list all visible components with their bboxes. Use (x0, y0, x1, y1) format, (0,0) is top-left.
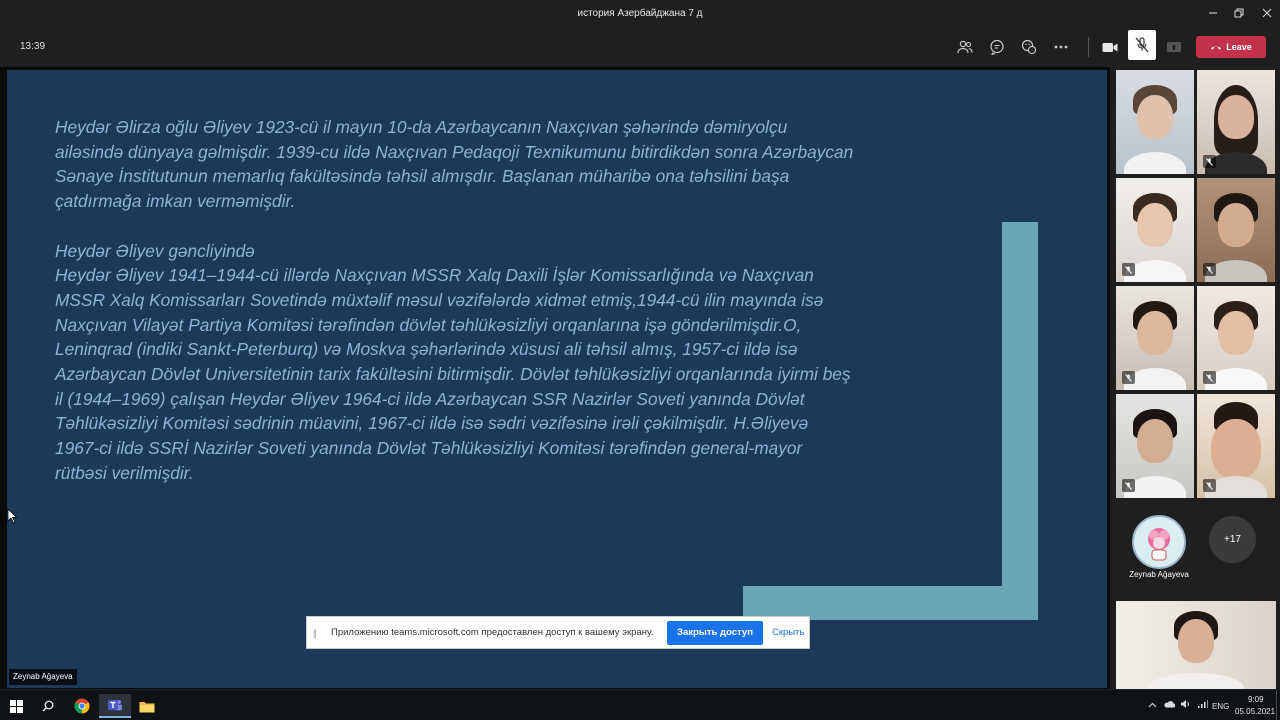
reactions-button[interactable] (1018, 37, 1040, 57)
slide-paragraph: Heydər Əliyev 1941–1944-cü illərdə Naxçı… (55, 265, 851, 483)
folder-icon (139, 701, 155, 712)
slide-decor-vertical-bar (1002, 222, 1038, 620)
minimize-icon (1209, 12, 1217, 14)
participant-video-tile[interactable] (1116, 394, 1194, 498)
muted-mic-icon (1122, 371, 1135, 384)
camera-button[interactable] (1099, 37, 1121, 57)
hang-up-icon (1211, 46, 1222, 50)
muted-mic-icon (1122, 479, 1135, 492)
share-screen-button[interactable] (1163, 37, 1185, 57)
teams-icon (108, 700, 122, 711)
mic-toggle-button[interactable] (1128, 30, 1156, 60)
participants-button[interactable] (954, 37, 976, 57)
volume-icon[interactable] (1180, 699, 1191, 711)
taskbar-search-button[interactable] (32, 694, 64, 718)
participant-video-tile[interactable] (1197, 394, 1275, 498)
close-icon (1262, 8, 1272, 18)
taskbar-clock-time[interactable]: 9:09 (1248, 695, 1264, 704)
screen-share-notification: || Приложению teams.microsoft.com предос… (306, 616, 810, 649)
slide-decor-horizontal-bar (743, 586, 1038, 620)
start-button[interactable] (0, 694, 32, 718)
muted-mic-icon (1203, 479, 1216, 492)
meeting-duration: 13:39 (20, 41, 46, 52)
tray-chevron-icon[interactable] (1148, 701, 1157, 710)
os-taskbar: ENG 9:09 05.05.2021 (0, 689, 1280, 720)
toolbar-divider (1088, 37, 1089, 57)
meeting-toolbar: 13:39 Leave (0, 27, 1280, 67)
muted-mic-icon (1122, 263, 1135, 276)
muted-mic-icon (1203, 155, 1216, 168)
self-video-tile[interactable] (1116, 601, 1276, 689)
onedrive-icon[interactable] (1163, 700, 1176, 710)
restore-button[interactable] (1224, 4, 1254, 24)
avatar-image (1134, 517, 1184, 567)
shared-screen: Heydər Əlirza oğlu Əliyev 1923-cü il may… (0, 67, 1110, 689)
camera-icon (1102, 42, 1118, 52)
participant-video-tile[interactable] (1197, 178, 1275, 282)
participant-video-tile[interactable] (1197, 286, 1275, 390)
mic-off-icon (1135, 37, 1149, 53)
presenter-name-label: Zeynab Ağayeva (9, 669, 77, 685)
title-bar: история Азербайджана 7 д (0, 0, 1280, 27)
muted-mic-icon (1203, 263, 1216, 276)
participant-video-tile[interactable] (1116, 70, 1194, 174)
close-button[interactable] (1252, 4, 1280, 24)
taskbar-file-explorer[interactable] (131, 694, 163, 718)
participant-avatar[interactable] (1132, 515, 1186, 569)
share-notification-text: Приложению teams.microsoft.com предостав… (331, 627, 654, 638)
leave-button[interactable]: Leave (1196, 36, 1266, 58)
share-screen-icon (1167, 42, 1181, 52)
restore-icon (1234, 8, 1244, 18)
more-actions-button[interactable] (1050, 37, 1072, 57)
chat-icon (990, 39, 1004, 55)
stop-sharing-button[interactable]: Закрыть доступ (667, 620, 763, 645)
drag-handle-icon[interactable]: || (313, 628, 327, 638)
more-participants-button[interactable]: +17 (1209, 516, 1256, 563)
people-icon (957, 40, 973, 54)
cursor-icon (7, 508, 17, 524)
taskbar-teams[interactable] (99, 694, 131, 718)
slide-paragraph: Heydər Əlirza oğlu Əliyev 1923-cü il may… (55, 117, 854, 212)
show-desktop-button[interactable] (1276, 690, 1280, 720)
participant-video-tile[interactable] (1116, 286, 1194, 390)
more-icon (1054, 45, 1068, 49)
slide-text-body: Heydər Əlirza oğlu Əliyev 1923-cü il may… (55, 115, 855, 510)
slide-subheading: Heydər Əliyev gəncliyində (55, 240, 255, 261)
participant-avatar-name: Zeynab Ağayeva (1129, 570, 1189, 579)
reactions-icon (1021, 39, 1037, 55)
network-icon[interactable] (1197, 699, 1208, 711)
participant-video-tile[interactable] (1197, 70, 1275, 174)
taskbar-clock-date[interactable]: 05.05.2021 (1235, 707, 1275, 716)
taskbar-chrome[interactable] (66, 694, 98, 718)
participant-video-tile[interactable] (1116, 178, 1194, 282)
hide-notification-link[interactable]: Скрыть (772, 627, 804, 638)
chrome-icon (74, 698, 90, 714)
muted-mic-icon (1203, 371, 1216, 384)
windows-logo-icon (9, 699, 23, 713)
search-icon (42, 700, 54, 712)
presentation-slide: Heydər Əlirza oğlu Əliyev 1923-cü il may… (7, 70, 1107, 688)
chat-button[interactable] (986, 37, 1008, 57)
leave-label: Leave (1226, 42, 1252, 52)
window-title: история Азербайджана 7 д (577, 8, 703, 19)
language-indicator[interactable]: ENG (1212, 702, 1229, 711)
